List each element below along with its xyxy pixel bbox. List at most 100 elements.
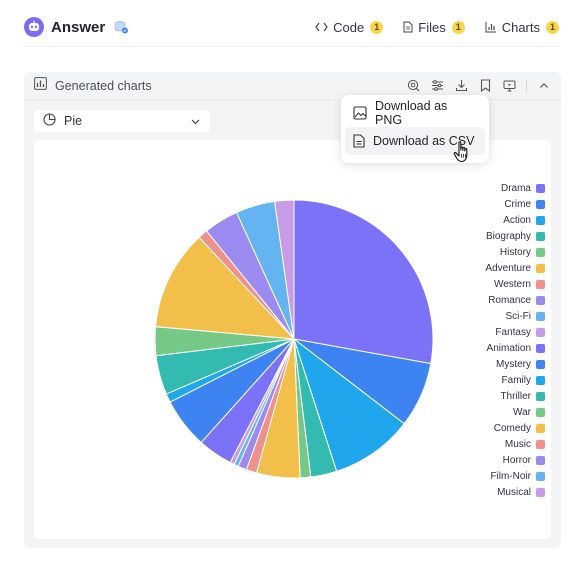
- legend-label: War: [513, 406, 531, 418]
- chevron-down-icon: [190, 116, 201, 127]
- legend-label: Sci-Fi: [505, 310, 531, 322]
- download-icon[interactable]: [454, 79, 468, 93]
- legend-item-sci-fi[interactable]: Sci-Fi: [425, 308, 545, 324]
- code-icon: [315, 22, 328, 32]
- charts-count-badge: 1: [546, 20, 559, 34]
- legend-label: Comedy: [493, 422, 531, 434]
- legend-item-action[interactable]: Action: [425, 212, 545, 228]
- settings-sliders-icon[interactable]: [430, 79, 444, 93]
- legend-label: Romance: [488, 294, 531, 306]
- files-count-badge: 1: [451, 20, 465, 34]
- legend-swatch: [536, 247, 545, 257]
- panel-toolbar: [406, 78, 551, 93]
- pie-slice-drama[interactable]: [293, 199, 434, 365]
- legend-label: Horror: [502, 454, 531, 466]
- legend-item-fantasy[interactable]: Fantasy: [425, 324, 545, 340]
- legend-swatch: [536, 407, 545, 417]
- legend-item-horror[interactable]: Horror: [425, 452, 545, 468]
- legend-label: Mystery: [496, 358, 531, 370]
- header-nav: Code 1 Files 1 Charts 1: [315, 20, 559, 35]
- legend-swatch: [536, 439, 545, 449]
- toolbar-separator: [526, 78, 527, 93]
- nav-code[interactable]: Code 1: [315, 19, 384, 35]
- legend-item-drama[interactable]: Drama: [425, 180, 545, 196]
- legend-item-film-noir[interactable]: Film-Noir: [425, 468, 545, 484]
- chart-type-value: Pie: [64, 114, 83, 128]
- legend-swatch: [536, 279, 545, 289]
- nav-files-label: Files: [418, 19, 446, 35]
- legend-label: History: [499, 246, 531, 258]
- pie-chart-icon: [43, 113, 56, 129]
- legend-swatch: [536, 183, 545, 193]
- legend-item-romance[interactable]: Romance: [425, 292, 545, 308]
- download-png-label: Download as PNG: [375, 99, 448, 127]
- legend-label: Film-Noir: [490, 470, 531, 482]
- file-icon: [403, 21, 413, 33]
- legend-item-family[interactable]: Family: [425, 372, 545, 388]
- legend-label: Crime: [504, 198, 531, 210]
- bar-chart-icon: [485, 21, 497, 33]
- legend-swatch: [536, 471, 545, 481]
- nav-charts-label: Charts: [501, 19, 540, 35]
- legend-item-biography[interactable]: Biography: [425, 228, 545, 244]
- nav-files[interactable]: Files 1: [403, 19, 465, 35]
- image-icon: [353, 106, 367, 120]
- nav-charts[interactable]: Charts 1: [485, 20, 559, 35]
- nav-code-label: Code: [333, 19, 365, 35]
- panel-title: Generated charts: [55, 78, 152, 93]
- legend-item-war[interactable]: War: [425, 404, 545, 420]
- answer-header: Answer Code 1 Files 1 Charts 1: [24, 14, 559, 40]
- legend-swatch: [536, 391, 545, 401]
- legend-label: Animation: [486, 342, 531, 354]
- bookmark-icon[interactable]: [478, 79, 492, 93]
- legend-label: Family: [501, 374, 531, 386]
- legend-swatch: [536, 263, 545, 273]
- legend-item-comedy[interactable]: Comedy: [425, 420, 545, 436]
- document-icon: [353, 134, 365, 148]
- legend-label: Action: [503, 214, 531, 226]
- legend-swatch: [536, 343, 545, 353]
- chart-type-select[interactable]: Pie: [34, 110, 210, 132]
- inspect-icon[interactable]: [406, 79, 420, 93]
- legend-label: Musical: [497, 486, 531, 498]
- legend-swatch: [536, 423, 545, 433]
- legend-item-western[interactable]: Western: [425, 276, 545, 292]
- legend-item-crime[interactable]: Crime: [425, 196, 545, 212]
- legend-item-history[interactable]: History: [425, 244, 545, 260]
- legend-item-animation[interactable]: Animation: [425, 340, 545, 356]
- legend-label: Adventure: [485, 262, 531, 274]
- legend-swatch: [536, 231, 545, 241]
- legend-label: Thriller: [500, 390, 531, 402]
- chart-panel-icon: [34, 76, 47, 95]
- legend-label: Fantasy: [495, 326, 531, 338]
- legend-item-adventure[interactable]: Adventure: [425, 260, 545, 276]
- chart-legend: Drama Crime Action Biography History Adventur…: [425, 180, 545, 500]
- answer-title: Answer: [51, 18, 106, 36]
- legend-swatch: [536, 327, 545, 337]
- legend-item-thriller[interactable]: Thriller: [425, 388, 545, 404]
- legend-label: Biography: [485, 230, 531, 242]
- bot-avatar-icon: [24, 17, 44, 37]
- legend-swatch: [536, 487, 545, 497]
- legend-swatch: [536, 295, 545, 305]
- legend-label: Drama: [500, 182, 531, 194]
- code-count-badge: 1: [370, 20, 384, 34]
- legend-item-musical[interactable]: Musical: [425, 484, 545, 500]
- legend-label: Music: [504, 438, 531, 450]
- hand-cursor-icon: [453, 141, 468, 163]
- chevron-up-icon[interactable]: [537, 79, 551, 93]
- legend-label: Western: [493, 278, 531, 290]
- legend-swatch: [536, 215, 545, 225]
- download-png-item[interactable]: Download as PNG: [345, 99, 485, 127]
- legend-swatch: [536, 455, 545, 465]
- chart-area: Drama Crime Action Biography History Adventur…: [34, 140, 551, 539]
- legend-swatch: [536, 199, 545, 209]
- database-icon: [113, 19, 129, 35]
- legend-swatch: [536, 311, 545, 321]
- legend-swatch: [536, 375, 545, 385]
- legend-item-music[interactable]: Music: [425, 436, 545, 452]
- header-divider: [24, 46, 559, 47]
- legend-swatch: [536, 359, 545, 369]
- legend-item-mystery[interactable]: Mystery: [425, 356, 545, 372]
- present-icon[interactable]: [502, 79, 516, 93]
